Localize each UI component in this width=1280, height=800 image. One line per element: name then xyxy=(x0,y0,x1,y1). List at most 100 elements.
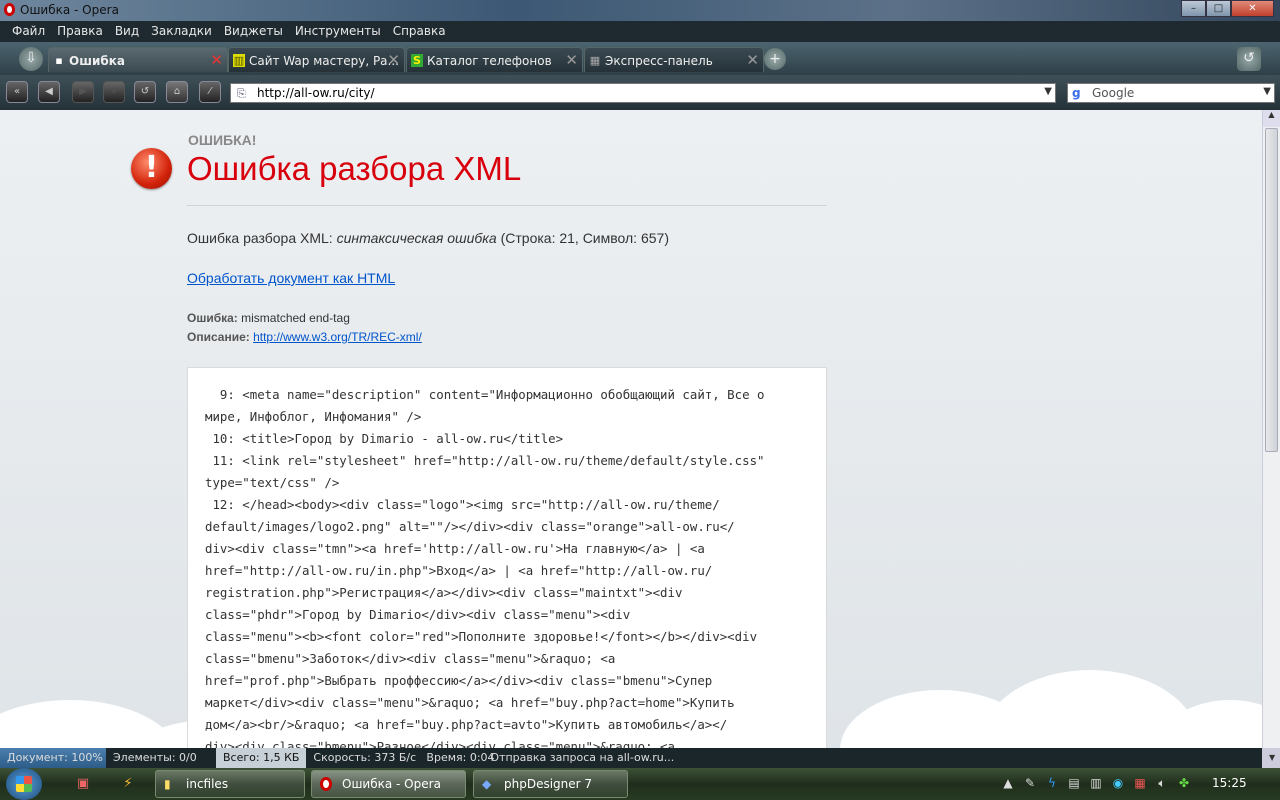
fast-forward-button[interactable]: » xyxy=(103,81,125,103)
code-line: default/images/logo2.png" alt=""/></div>… xyxy=(205,519,735,534)
navigation-toolbar: « ◀ ▶ » ↺ ⌂ ⁄ ⎘ http://all-ow.ru/city/ ▼… xyxy=(0,75,1280,110)
clock[interactable]: 15:25 xyxy=(1212,776,1247,790)
vertical-scrollbar[interactable]: ▲ xyxy=(1262,110,1280,748)
show-hidden-icons[interactable]: ▲ xyxy=(1000,776,1016,792)
google-icon: g xyxy=(1072,86,1081,100)
page-icon: ▪ xyxy=(55,54,63,67)
tab-label: Каталог телефонов xyxy=(427,54,552,68)
taskbar-label: incfiles xyxy=(186,777,229,791)
tab-label: Экспресс-панель xyxy=(605,54,713,68)
code-line: type="text/css" /> xyxy=(205,475,340,490)
volume-icon[interactable]: 🔈︎ xyxy=(1154,776,1170,792)
menu-view[interactable]: Вид xyxy=(109,21,145,42)
status-message: Отправка запроса на all-ow.ru... xyxy=(490,751,675,764)
rewind-button[interactable]: « xyxy=(6,81,28,103)
menu-widgets[interactable]: Виджеты xyxy=(218,21,289,42)
taskbar: ▣ ⚡ ▮ incfiles Ошибка - Opera ◆ phpDesigne… xyxy=(0,768,1280,800)
code-line: 10: <title>Город by Dimario - all-ow.ru<… xyxy=(205,431,564,446)
close-tab-icon[interactable]: ✕ xyxy=(565,51,578,69)
source-code-block: 9: <meta name="description" content="Инф… xyxy=(187,367,827,767)
error-label: ОШИБКА! xyxy=(188,132,257,148)
taskbar-incfiles[interactable]: ▮ incfiles xyxy=(155,770,305,798)
tab-error[interactable]: ▪ Ошибка ✕ xyxy=(48,47,228,72)
taskbar-phpdesigner[interactable]: ◆ phpDesigner 7 xyxy=(473,770,628,798)
system-tray: ▲ ✎ ϟ ▤ ▥ ◉ ▦ 🔈︎ ✤ xyxy=(1000,776,1192,792)
maximize-button[interactable]: □ xyxy=(1206,0,1231,17)
code-line: registration.php">Регистрация</a></div><… xyxy=(205,585,683,600)
start-button[interactable] xyxy=(6,768,42,800)
scroll-up-icon[interactable]: ▲ xyxy=(1263,110,1280,127)
title-bar: Ошибка - Opera – □ ✕ xyxy=(0,0,1280,21)
search-input[interactable]: Google xyxy=(1092,86,1134,100)
tab-wap[interactable]: ▥ Сайт Wap мастеру, Ра... ✕ xyxy=(228,47,405,72)
flash-quicklaunch-icon[interactable]: ⚡ xyxy=(120,776,136,792)
tab-label: Сайт Wap мастеру, Ра... xyxy=(249,54,399,68)
address-bar[interactable]: ⎘ http://all-ow.ru/city/ ▼ xyxy=(230,83,1056,103)
close-tab-icon[interactable]: ✕ xyxy=(746,51,759,69)
menu-tools[interactable]: Инструменты xyxy=(289,21,387,42)
code-line: href="http://all-ow.ru/in.php">Вход</a> … xyxy=(205,563,713,578)
close-tab-icon[interactable]: ✕ xyxy=(210,51,223,69)
tab-label: Ошибка xyxy=(69,54,125,68)
summary-italic: синтаксическая ошибка xyxy=(336,230,497,246)
status-bar: Документ: 100% Элементы: 0/0 Всего: 1,5 … xyxy=(0,748,1280,768)
code-line: class="menu"><b><font color="red">Пополн… xyxy=(205,629,758,644)
tab-bar: ⇩ ▪ Ошибка ✕ ▥ Сайт Wap мастеру, Ра... ✕… xyxy=(0,42,1280,75)
page-title: Ошибка разбора XML xyxy=(187,150,522,187)
forward-button[interactable]: ▶ xyxy=(72,81,94,103)
tray-clover-icon[interactable]: ✤ xyxy=(1176,776,1192,792)
description-label: Описание: xyxy=(187,330,250,344)
taskbar-opera[interactable]: Ошибка - Opera xyxy=(311,770,466,798)
opera-icon xyxy=(320,777,332,791)
code-line: 9: <meta name="description" content="Инф… xyxy=(205,387,765,402)
closed-tabs-icon[interactable]: ⇩ xyxy=(19,47,43,71)
error-type-value: mismatched end-tag xyxy=(237,311,350,325)
code-line: 12: </head><body><div class="logo"><img … xyxy=(205,497,720,512)
error-summary: Ошибка разбора XML: синтаксическая ошибк… xyxy=(187,230,669,246)
menu-file[interactable]: Файл xyxy=(6,21,51,42)
code-line: маркет</div><div class="menu">&raquo; <a… xyxy=(205,695,735,710)
status-speed: Скорость: 373 Б/с xyxy=(313,751,417,764)
tab-catalog[interactable]: S Каталог телефонов ✕ xyxy=(406,47,583,72)
language-flag-icon[interactable]: ▦ xyxy=(1132,776,1148,792)
opera-logo-icon xyxy=(4,3,15,16)
menu-bar: Файл Правка Вид Закладки Виджеты Инструм… xyxy=(0,21,1280,42)
pen-icon[interactable]: ⁄ xyxy=(199,81,221,103)
search-field[interactable]: g Google ▼ xyxy=(1067,83,1275,103)
tray-app-icon[interactable]: ✎ xyxy=(1022,776,1038,792)
chevron-down-icon[interactable]: ▼ xyxy=(1262,748,1280,768)
close-tab-icon[interactable]: ✕ xyxy=(387,51,400,69)
tab-speed-dial[interactable]: ▦ Экспресс-панель ✕ xyxy=(584,47,764,72)
app-quicklaunch-icon[interactable]: ▣ xyxy=(75,776,91,792)
network-icon[interactable]: ▥ xyxy=(1088,776,1104,792)
menu-help[interactable]: Справка xyxy=(387,21,452,42)
reload-button[interactable]: ↺ xyxy=(134,81,156,103)
tray-app-icon[interactable]: ◉ xyxy=(1110,776,1126,792)
error-type-label: Ошибка: xyxy=(187,311,238,325)
close-button[interactable]: ✕ xyxy=(1231,0,1274,17)
chevron-down-icon[interactable]: ▼ xyxy=(1263,86,1271,97)
new-tab-button[interactable]: + xyxy=(764,48,786,70)
code-line: div><div class="tmn"><a href='http://all… xyxy=(205,541,705,556)
trash-icon[interactable]: ↺ xyxy=(1237,47,1261,71)
menu-edit[interactable]: Правка xyxy=(51,21,109,42)
status-elements: Элементы: 0/0 xyxy=(113,751,197,764)
description-link[interactable]: http://www.w3.org/TR/REC-xml/ xyxy=(253,330,422,344)
process-as-html-link[interactable]: Обработать документ как HTML xyxy=(187,270,395,286)
home-button[interactable]: ⌂ xyxy=(166,81,188,103)
folder-icon: ▮ xyxy=(164,777,171,791)
phpdesigner-icon: ◆ xyxy=(482,777,492,791)
status-document: Документ: 100% xyxy=(0,748,106,768)
back-button[interactable]: ◀ xyxy=(38,81,60,103)
summary-prefix: Ошибка разбора XML: xyxy=(187,230,337,246)
code-line: дом</a><br/>&raquo; <a href="buy.php?act… xyxy=(205,717,728,732)
chevron-down-icon[interactable]: ▼ xyxy=(1044,86,1052,97)
tray-app-icon[interactable]: ▤ xyxy=(1066,776,1082,792)
address-input[interactable]: http://all-ow.ru/city/ xyxy=(257,86,375,100)
taskbar-label: Ошибка - Opera xyxy=(342,777,441,791)
window-title: Ошибка - Opera xyxy=(20,3,119,17)
tray-bolt-icon[interactable]: ϟ xyxy=(1044,776,1060,792)
minimize-button[interactable]: – xyxy=(1181,0,1206,17)
menu-bookmarks[interactable]: Закладки xyxy=(145,21,218,42)
scrollbar-thumb[interactable] xyxy=(1265,128,1278,452)
